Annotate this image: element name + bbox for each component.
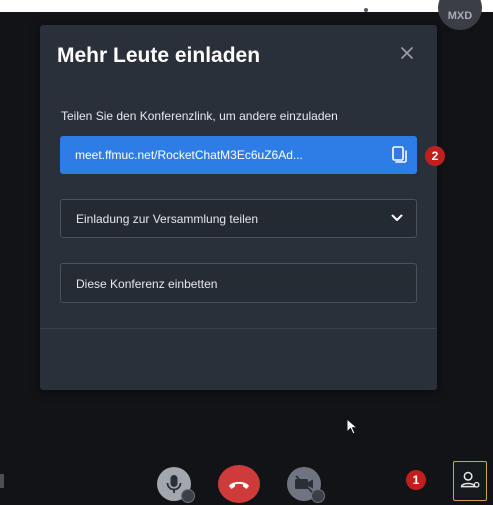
phone-hangup-icon — [229, 481, 249, 489]
hangup-button[interactable] — [218, 465, 260, 503]
close-icon[interactable] — [397, 43, 417, 63]
invite-share-dropdown-label: Einladung zur Versammlung teilen — [76, 212, 259, 226]
left-edge-mark — [0, 474, 4, 488]
copy-icon[interactable] — [389, 145, 409, 165]
share-link-label: Teilen Sie den Konferenzlink, um andere … — [61, 109, 338, 123]
microphone-button[interactable] — [157, 467, 195, 503]
mouse-cursor-icon — [346, 418, 359, 435]
chevron-down-icon — [391, 214, 403, 221]
invite-share-dropdown[interactable]: Einladung zur Versammlung teilen — [60, 199, 417, 238]
participants-icon — [460, 471, 480, 488]
dialog-title: Mehr Leute einladen — [57, 44, 261, 67]
dialog-footer-divider — [40, 328, 437, 329]
step-badge-copy: 2 — [425, 146, 445, 166]
mic-settings-badge[interactable] — [181, 489, 195, 503]
embed-conference-label: Diese Konferenz einbetten — [76, 277, 218, 291]
conference-link-field[interactable]: meet.ffmuc.net/RocketChatM3Ec6uZ6Ad... — [60, 136, 417, 174]
participant-avatar: MXD — [438, 0, 482, 30]
participants-button[interactable] — [453, 461, 487, 501]
invite-dialog: Mehr Leute einladen Teilen Sie den Konfe… — [40, 25, 437, 390]
embed-conference-button[interactable]: Diese Konferenz einbetten — [60, 263, 417, 303]
top-strip — [0, 0, 493, 12]
avatar-initials: MXD — [447, 10, 473, 22]
camera-settings-badge[interactable] — [311, 489, 325, 503]
conference-link-text: meet.ffmuc.net/RocketChatM3Ec6uZ6Ad... — [75, 148, 303, 162]
background-dot — [364, 8, 368, 12]
step-badge-participants: 1 — [406, 470, 426, 490]
camera-button[interactable] — [287, 467, 325, 503]
